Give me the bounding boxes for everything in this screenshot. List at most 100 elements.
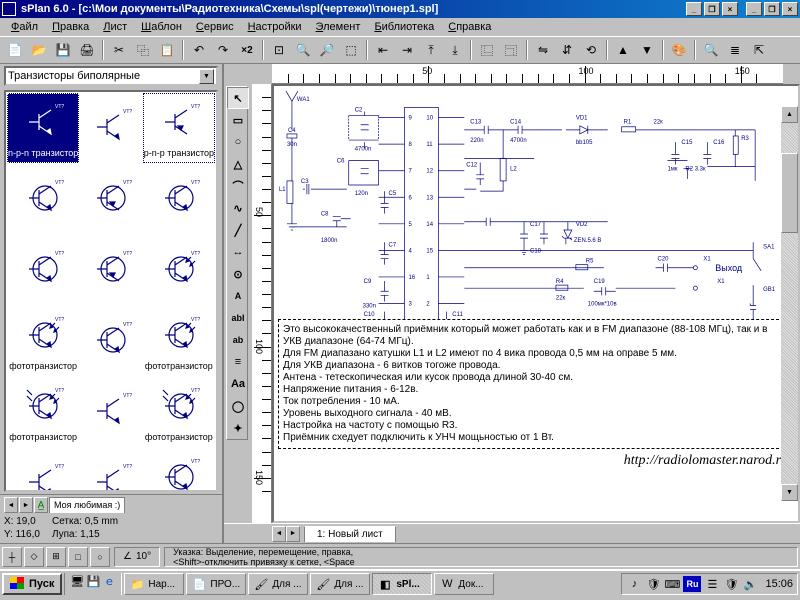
component-cell-1[interactable]: VT? <box>80 93 141 163</box>
zoom-rect-button[interactable]: ⬚ <box>340 39 362 61</box>
find-button[interactable]: 🔍 <box>700 39 722 61</box>
tool-multi-ab[interactable]: ≡ <box>227 351 249 373</box>
component-cell-8[interactable]: VT? <box>143 235 215 305</box>
component-cell-11[interactable]: VT? фототранзистор <box>143 306 215 376</box>
component-cell-13[interactable]: VT? <box>80 377 141 447</box>
snap-button-1[interactable]: ◇ <box>24 547 44 567</box>
tray-icon-4[interactable]: ☰ <box>704 576 720 592</box>
snap-button-0[interactable]: ┼ <box>2 547 22 567</box>
tab-prev-button[interactable]: ◄ <box>4 497 18 513</box>
copy-button[interactable]: ⿻ <box>132 39 154 61</box>
print-button[interactable]: 🖨 <box>76 39 98 61</box>
tool-curve[interactable]: ⌒ <box>227 175 249 197</box>
tool-circle[interactable]: ◯ <box>227 395 249 417</box>
chevron-down-icon[interactable]: ▼ <box>199 69 214 84</box>
taskbar-task-2[interactable]: 🖌Для ... <box>248 573 308 595</box>
color-button[interactable]: 🎨 <box>668 39 690 61</box>
taskbar-task-5[interactable]: WДок... <box>434 573 494 595</box>
tray-icon-2[interactable]: ⌨ <box>664 576 680 592</box>
open-button[interactable]: 📂 <box>28 39 50 61</box>
snap-button-2[interactable]: ⊞ <box>46 547 66 567</box>
tray-icon-3[interactable]: Ru <box>683 576 701 592</box>
sidebar-tab[interactable]: Моя любимая :) <box>49 497 125 513</box>
component-cell-5[interactable]: VT? <box>143 164 215 234</box>
tool-triangle[interactable]: △ <box>227 153 249 175</box>
tool-ellipse[interactable]: ○ <box>227 131 249 153</box>
ql-ie-icon[interactable]: ｅ <box>101 573 117 589</box>
restore-button[interactable]: ❐ <box>704 2 720 16</box>
start-button[interactable]: Пуск <box>2 573 62 595</box>
tool-rect[interactable]: ▭ <box>227 109 249 131</box>
bom-button[interactable]: ≣ <box>724 39 746 61</box>
zoom-out-button[interactable]: 🔎 <box>316 39 338 61</box>
new-button[interactable]: 📄 <box>4 39 26 61</box>
tray-icon-0[interactable]: ♪ <box>626 576 642 592</box>
redo-button[interactable]: ↷ <box>212 39 234 61</box>
tool-special[interactable]: ✦ <box>227 417 249 439</box>
align-left-button[interactable]: ⇤ <box>372 39 394 61</box>
align-top-button[interactable]: ⤒ <box>420 39 442 61</box>
undo-button[interactable]: ↶ <box>188 39 210 61</box>
paste-button[interactable]: 📋 <box>156 39 178 61</box>
close-button[interactable]: × <box>722 2 738 16</box>
tray-icon-6[interactable]: 🔊 <box>742 576 758 592</box>
component-cell-6[interactable]: VT? <box>7 235 79 305</box>
component-cell-0[interactable]: VT? n-p-n транзистор <box>7 93 79 163</box>
tool-pointer[interactable]: ↖ <box>227 87 249 109</box>
tool-dimension[interactable]: ↔ <box>227 241 249 263</box>
taskbar-task-4[interactable]: ◧sPl... <box>372 573 432 595</box>
tab-next-button[interactable]: ► <box>19 497 33 513</box>
doc-close-button[interactable]: × <box>782 2 798 16</box>
front-button[interactable]: ▲ <box>612 39 634 61</box>
vertical-scrollbar[interactable]: ▲ ▼ <box>781 106 798 501</box>
category-dropdown[interactable]: Транзисторы биполярные ▼ <box>4 66 218 86</box>
align-right-button[interactable]: ⇥ <box>396 39 418 61</box>
menu-сервис[interactable]: Сервис <box>189 19 241 35</box>
component-cell-4[interactable]: VT? <box>80 164 141 234</box>
component-cell-7[interactable]: VT? <box>80 235 141 305</box>
menu-правка[interactable]: Правка <box>45 19 96 35</box>
taskbar-task-3[interactable]: 🖌Для ... <box>310 573 370 595</box>
component-cell-16[interactable]: VT? <box>80 448 141 492</box>
zoom-fit-button[interactable]: ⊡ <box>268 39 290 61</box>
menu-лист[interactable]: Лист <box>96 19 134 35</box>
scroll-up-button[interactable]: ▲ <box>781 106 798 123</box>
zoom-2x-button[interactable]: ×2 <box>236 39 258 61</box>
minimize-button[interactable]: _ <box>686 2 702 16</box>
tray-icon-5[interactable]: 🛡 <box>723 576 739 592</box>
tool-textbig[interactable]: A <box>227 285 249 307</box>
flip-v-button[interactable]: ⇵ <box>556 39 578 61</box>
schematic-canvas[interactable]: WA1 C4 30n L1 C3 C24700n C <box>272 84 800 523</box>
sheet-prev-button[interactable]: ◄ <box>272 526 286 542</box>
component-cell-3[interactable]: VT? <box>7 164 79 234</box>
component-cell-2[interactable]: VT? p-n-p транзистор <box>143 93 215 163</box>
menu-файл[interactable]: Файл <box>4 19 45 35</box>
ql-desktop-icon[interactable]: 🖥 <box>69 573 85 589</box>
scroll-down-button[interactable]: ▼ <box>781 484 798 501</box>
menu-шаблон[interactable]: Шаблон <box>134 19 189 35</box>
menu-настройки[interactable]: Настройки <box>241 19 309 35</box>
tab-add-button[interactable]: A̲ <box>34 497 48 513</box>
doc-minimize-button[interactable]: _ <box>746 2 762 16</box>
snap-button-3[interactable]: □ <box>68 547 88 567</box>
group-button[interactable]: ⿺ <box>476 39 498 61</box>
doc-restore-button[interactable]: ❐ <box>764 2 780 16</box>
export-button[interactable]: ⇱ <box>748 39 770 61</box>
tray-icon-1[interactable]: 🛡 <box>645 576 661 592</box>
component-cell-17[interactable]: VT? NPN-Transistor <box>143 448 215 492</box>
taskbar-task-1[interactable]: 📄ПРО... <box>186 573 246 595</box>
menu-элемент[interactable]: Элемент <box>309 19 368 35</box>
sheet-next-button[interactable]: ► <box>286 526 300 542</box>
back-button[interactable]: ▼ <box>636 39 658 61</box>
ql-save-icon[interactable]: 💾 <box>85 573 101 589</box>
save-button[interactable]: 💾 <box>52 39 74 61</box>
component-cell-9[interactable]: VT? фототранзистор <box>7 306 79 376</box>
tool-label-aa[interactable]: Aa <box>227 373 249 395</box>
rotate-button[interactable]: ⟲ <box>580 39 602 61</box>
tool-text-abl[interactable]: abI <box>227 307 249 329</box>
component-cell-15[interactable]: VT? <box>7 448 79 492</box>
scroll-thumb[interactable] <box>781 153 798 233</box>
tool-bezier[interactable]: ∿ <box>227 197 249 219</box>
snap-button-4[interactable]: ○ <box>90 547 110 567</box>
align-bottom-button[interactable]: ⤓ <box>444 39 466 61</box>
